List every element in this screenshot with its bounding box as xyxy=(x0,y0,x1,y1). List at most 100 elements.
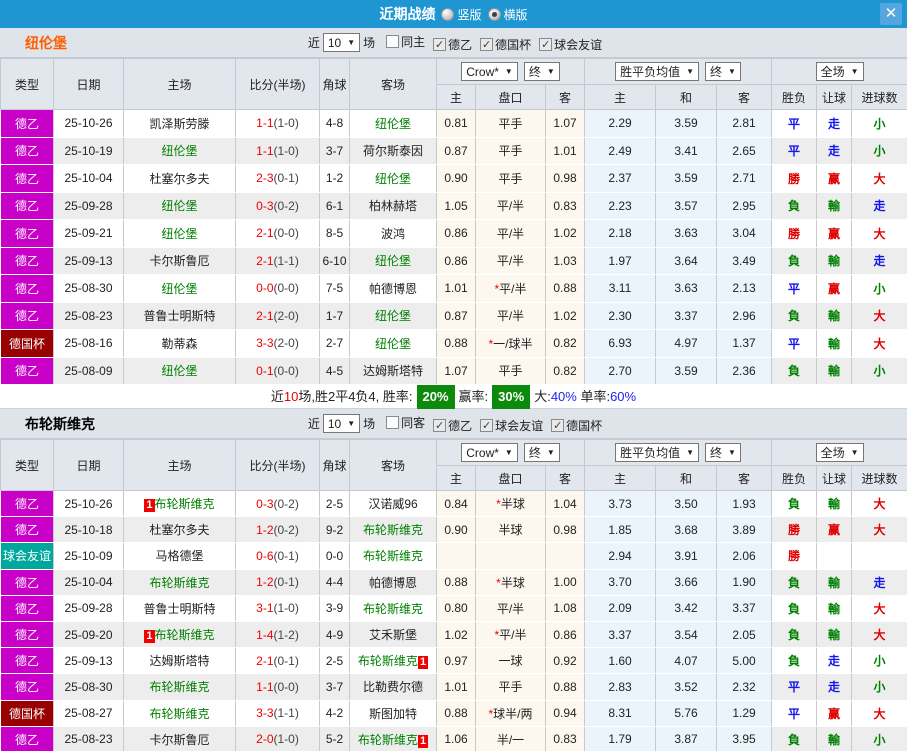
cell-avg-draw: 3.64 xyxy=(655,247,718,275)
match-row: 德乙 25-09-28 普鲁士明斯特 3-1(1-0) 3-9 布轮斯维克 0.80 平/半 1… xyxy=(0,595,907,622)
avg-time-select[interactable]: 终 ▼ xyxy=(705,62,741,81)
cell-score: 2-1(1-1) xyxy=(235,247,320,275)
match-count-select[interactable]: 10 ▼ xyxy=(322,33,361,52)
cell-odds-home: 1.01 xyxy=(436,673,476,701)
cell-avg-home: 1.60 xyxy=(584,647,657,675)
cell-score: 0-3(0-2) xyxy=(235,490,320,518)
cell-handicap: 平/半 xyxy=(475,192,546,220)
cell-score: 0-1(0-0) xyxy=(235,357,320,385)
cell-corner: 2-7 xyxy=(319,329,350,358)
filter-checkboxes: 同客 ✓ 德乙 ✓ 球会友谊 ✓ 德国杯 xyxy=(378,414,602,434)
cell-score: 1-1(0-0) xyxy=(235,673,320,701)
checkbox-checked-icon[interactable]: ✓ xyxy=(480,418,494,432)
cell-avg-away: 1.93 xyxy=(716,490,773,518)
summary-text: 单率: xyxy=(576,389,611,404)
team-label: 达姆斯塔特 xyxy=(362,364,423,379)
scope-select[interactable]: 全场 ▼ xyxy=(815,443,864,462)
cell-match-type: 德乙 xyxy=(0,109,54,138)
team-label: 帕德博恩 xyxy=(368,575,417,590)
half-score: (0-0) xyxy=(273,679,299,694)
cell-result: 負 xyxy=(771,192,818,220)
cell-score: 2-3(0-1) xyxy=(235,164,320,193)
avg-odds-select[interactable]: 胜平负均值 ▼ xyxy=(615,62,700,81)
cell-away-team: 纽伦堡 xyxy=(349,329,437,358)
cell-score: 2-1(0-0) xyxy=(235,219,320,248)
checkbox-checked-icon[interactable]: ✓ xyxy=(551,418,565,432)
checkbox-checked-icon[interactable]: ✓ xyxy=(539,37,553,51)
checkbox-label: 德乙 xyxy=(448,418,473,433)
match-table-body: 德乙 25-10-26 凯泽斯劳滕 1-1(1-0) 4-8 纽伦堡 0.81 平手 1.07 2… xyxy=(0,109,907,385)
team-label: 帕德博恩 xyxy=(368,281,417,296)
col-avg-away: 客 xyxy=(716,84,773,110)
filter-checkbox[interactable]: 同主 xyxy=(386,33,425,50)
cell-odds-away: 1.02 xyxy=(545,219,586,248)
checkbox-unchecked-icon[interactable] xyxy=(386,34,400,48)
cell-avg-draw: 4.07 xyxy=(655,647,718,675)
col-odds-home: 主 xyxy=(436,465,476,491)
filter-checkbox[interactable]: ✓ 球会友谊 xyxy=(539,36,602,53)
checkbox-checked-icon[interactable]: ✓ xyxy=(480,37,494,51)
cell-score: 2-1(0-1) xyxy=(235,647,320,675)
cell-away-team: 波鸿 xyxy=(349,219,437,248)
filter-controls: 近 10 ▼ 场 同客 ✓ 德乙 ✓ 球会友谊 ✓ 德国杯 xyxy=(0,414,907,434)
scope-select[interactable]: 全场 ▼ xyxy=(815,62,864,81)
cell-match-type: 德国杯 xyxy=(0,700,54,727)
cell-date: 25-09-21 xyxy=(53,219,124,248)
cell-odds-away: 1.07 xyxy=(545,109,586,138)
cell-corner: 4-5 xyxy=(319,357,350,385)
filter-checkbox[interactable]: ✓ 德国杯 xyxy=(480,36,531,53)
half-score: (2-0) xyxy=(273,308,299,323)
radio-circle-icon[interactable] xyxy=(441,7,455,21)
radio-horizontal-layout[interactable]: 横版 xyxy=(487,6,528,23)
match-row: 德乙 25-08-23 普鲁士明斯特 2-1(2-0) 1-7 纽伦堡 0.87 平/半 1.0… xyxy=(0,302,907,330)
cell-avg-draw: 3.91 xyxy=(655,542,718,570)
cell-home-team: 卡尔斯鲁厄 xyxy=(123,247,236,275)
checkbox-label: 同主 xyxy=(401,34,426,49)
odds-company-select[interactable]: Crow* ▼ xyxy=(461,443,518,462)
cell-corner: 8-5 xyxy=(319,219,350,248)
cell-match-type: 球会友谊 xyxy=(0,542,54,570)
odds-time-select[interactable]: 终 ▼ xyxy=(523,443,560,462)
team-section: 纽伦堡 近 10 ▼ 场 同主 ✓ 德乙 ✓ 德国杯 ✓ 球会友谊 类型 日期 … xyxy=(0,28,907,409)
cell-odds-away: 1.08 xyxy=(545,595,586,622)
cell-goals: 小 xyxy=(851,137,907,165)
cell-odds-away: 1.01 xyxy=(545,137,586,165)
cell-away-team: 布轮斯维克 xyxy=(349,595,437,622)
near-label: 近 xyxy=(307,417,320,431)
match-row: 德乙 25-09-20 1 布轮斯维克 1-4(1-2) 4-9 艾禾斯堡 1.02 *平/半 0… xyxy=(0,621,907,649)
radio-circle-selected-icon[interactable] xyxy=(487,7,501,21)
match-count-select[interactable]: 10 ▼ xyxy=(322,414,361,433)
cell-goals: 大 xyxy=(851,700,907,727)
cell-away-team: 达姆斯塔特 xyxy=(349,357,437,385)
radio-vertical-layout[interactable]: 竖版 xyxy=(441,6,482,23)
cell-away-team: 艾禾斯堡 xyxy=(349,621,437,649)
filter-row: 纽伦堡 近 10 ▼ 场 同主 ✓ 德乙 ✓ 德国杯 ✓ 球会友谊 xyxy=(0,28,907,58)
cell-odds-home: 1.05 xyxy=(436,192,476,220)
cell-let-ball: 輸 xyxy=(816,247,853,275)
cell-odds-away xyxy=(545,542,586,570)
half-score: (1-1) xyxy=(273,706,299,721)
odds-time-select[interactable]: 终 ▼ xyxy=(523,62,560,81)
cell-avg-away: 2.71 xyxy=(716,164,773,193)
filter-checkbox[interactable]: ✓ 球会友谊 xyxy=(480,417,543,434)
avg-odds-select[interactable]: 胜平负均值 ▼ xyxy=(615,443,700,462)
cell-odds-home: 0.88 xyxy=(436,569,476,596)
cell-goals: 大 xyxy=(851,302,907,330)
filter-checkbox[interactable]: ✓ 德乙 xyxy=(433,36,472,53)
match-row: 德乙 25-10-18 杜塞尔多夫 1-2(0-2) 9-2 布轮斯维克 0.90 半球 0.9… xyxy=(0,516,907,544)
cell-let-ball: 輸 xyxy=(816,192,853,220)
filter-checkbox[interactable]: 同客 xyxy=(386,414,425,431)
cell-match-type: 德乙 xyxy=(0,595,54,622)
team-label: 布轮斯维克 xyxy=(357,654,418,669)
avg-time-select[interactable]: 终 ▼ xyxy=(705,443,741,462)
checkbox-checked-icon[interactable]: ✓ xyxy=(433,418,447,432)
filter-checkbox[interactable]: ✓ 德国杯 xyxy=(551,417,602,434)
half-score: (1-0) xyxy=(273,601,299,616)
checkbox-checked-icon[interactable]: ✓ xyxy=(433,37,447,51)
cell-match-type: 德国杯 xyxy=(0,329,54,358)
cell-let-ball: 走 xyxy=(816,673,853,701)
close-icon[interactable]: ✕ xyxy=(880,3,902,25)
checkbox-unchecked-icon[interactable] xyxy=(386,415,400,429)
filter-checkbox[interactable]: ✓ 德乙 xyxy=(433,417,472,434)
odds-company-select[interactable]: Crow* ▼ xyxy=(461,62,518,81)
